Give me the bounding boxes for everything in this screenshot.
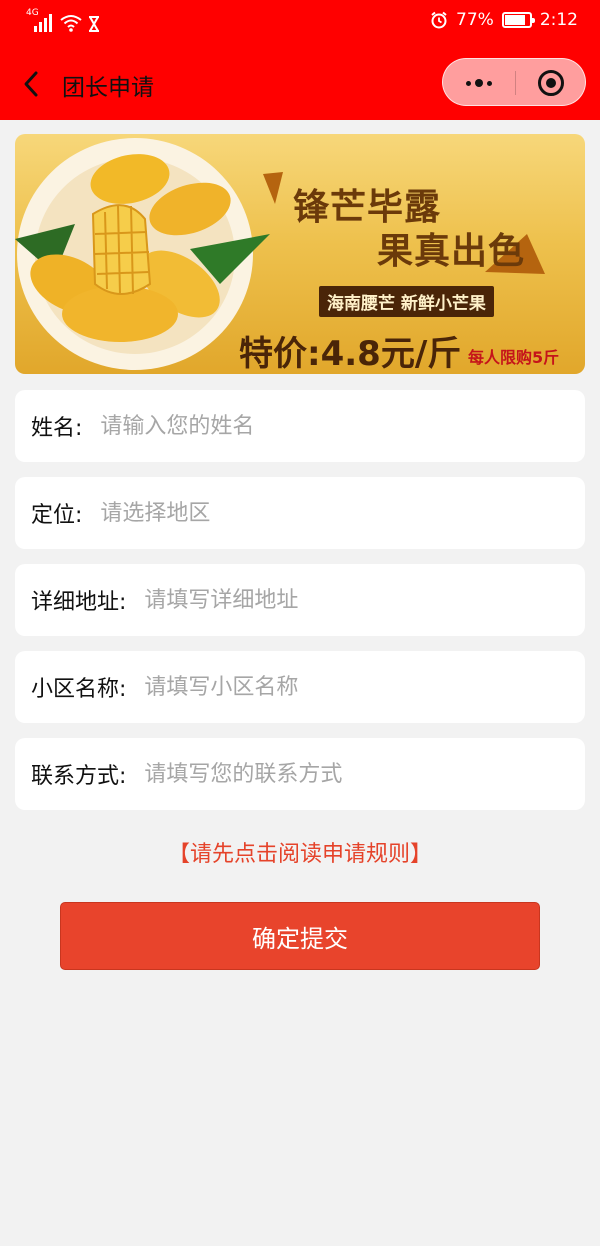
- address-label: 详细地址:: [31, 590, 127, 615]
- more-button[interactable]: [443, 59, 515, 107]
- name-field-card: 姓名:: [15, 390, 585, 462]
- page-title: 团长申请: [62, 75, 154, 101]
- alarm-icon: [431, 11, 447, 29]
- name-input[interactable]: [100, 406, 569, 446]
- promo-banner[interactable]: 锋芒毕露 果真出色 海南腰芒 新鲜小芒果 特价:4.8元/斤 每人限购5斤: [15, 134, 585, 374]
- battery-icon: [501, 12, 535, 28]
- hourglass-icon: [89, 16, 99, 32]
- status-right: 77% 2:12: [430, 10, 578, 30]
- status-bar: 4G 77% 2:12: [0, 0, 600, 46]
- chevron-left-icon: [24, 71, 38, 97]
- status-left: 4G: [26, 8, 100, 32]
- clock: 2:12: [539, 10, 578, 30]
- target-circle-icon: [538, 70, 564, 96]
- submit-button[interactable]: 确定提交: [60, 902, 540, 970]
- location-label: 定位:: [31, 503, 83, 528]
- location-field-card: 定位:: [15, 477, 585, 549]
- address-input[interactable]: [144, 580, 569, 620]
- name-label: 姓名:: [31, 416, 83, 441]
- header: 4G 77% 2:12 团长申请: [0, 0, 600, 120]
- capsule-menu: [442, 58, 586, 106]
- signal-icon: 4G: [26, 8, 54, 32]
- community-input[interactable]: [144, 667, 569, 707]
- wifi-icon: [60, 15, 82, 32]
- more-dots-icon-right: [487, 80, 492, 86]
- nav-bar: 团长申请: [0, 50, 600, 120]
- address-field-card: 详细地址:: [15, 564, 585, 636]
- contact-input[interactable]: [144, 754, 569, 794]
- banner-price: 特价:4.8元/斤: [239, 334, 462, 374]
- battery-level: [504, 15, 525, 25]
- more-dots-icon: [466, 80, 471, 86]
- community-field-card: 小区名称:: [15, 651, 585, 723]
- contact-field-card: 联系方式:: [15, 738, 585, 810]
- banner-limit: 每人限购5斤: [468, 348, 560, 367]
- close-miniprogram-button[interactable]: [515, 59, 587, 107]
- contact-label: 联系方式:: [31, 764, 127, 789]
- rules-link[interactable]: 【请先点击阅读申请规则】: [0, 836, 600, 868]
- battery-percent: 77%: [456, 10, 494, 30]
- back-button[interactable]: [14, 64, 48, 104]
- location-picker[interactable]: [100, 493, 569, 533]
- banner-slogan-line2: 果真出色: [377, 231, 526, 272]
- signal-label: 4G: [26, 8, 39, 18]
- more-dots-icon-center: [475, 79, 483, 87]
- banner-tag: 海南腰芒 新鲜小芒果: [319, 286, 494, 317]
- community-label: 小区名称:: [31, 677, 127, 702]
